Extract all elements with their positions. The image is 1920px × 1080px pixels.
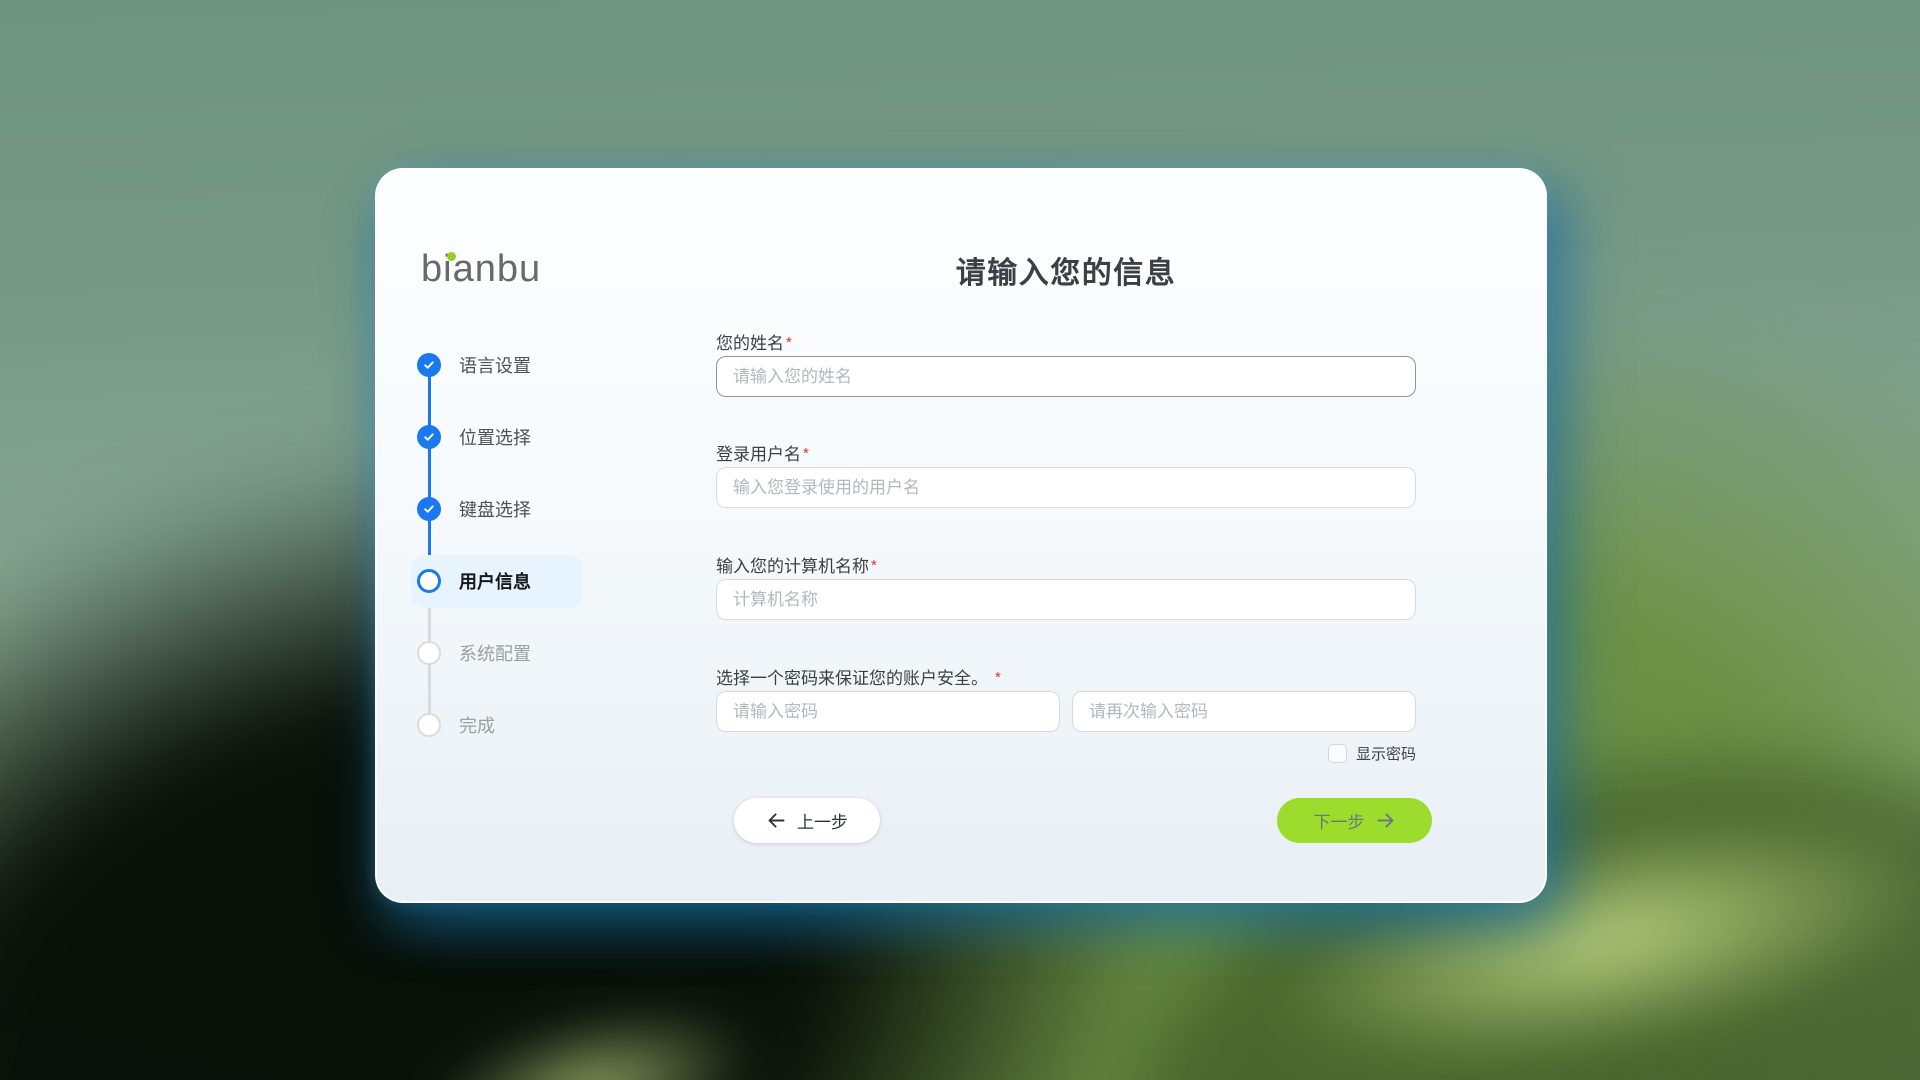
step-system-configuration: 系统配置 bbox=[417, 617, 667, 689]
step-user-information: 用户信息 bbox=[417, 545, 667, 617]
step-pending-icon bbox=[417, 713, 441, 737]
step-label: 位置选择 bbox=[459, 424, 531, 450]
step-location-selection: 位置选择 bbox=[417, 401, 667, 473]
logo-i-dot bbox=[447, 252, 456, 261]
step-label: 完成 bbox=[459, 712, 495, 738]
page-title: 请输入您的信息 bbox=[716, 248, 1416, 292]
step-done-icon bbox=[417, 425, 441, 449]
step-keyboard-selection: 键盘选择 bbox=[417, 473, 667, 545]
step-pending-icon bbox=[417, 641, 441, 665]
required-asterisk: * bbox=[803, 445, 809, 462]
installer-card: bianbu 请输入您的信息 语言设置 位置选择 键盘选择 bbox=[375, 168, 1547, 903]
required-asterisk: * bbox=[786, 334, 792, 351]
stepper: 语言设置 位置选择 键盘选择 用户信息 系统配置 完成 bbox=[417, 329, 667, 761]
step-label: 语言设置 bbox=[459, 352, 531, 378]
step-current-icon bbox=[417, 569, 441, 593]
hostname-input[interactable] bbox=[716, 579, 1416, 620]
step-finish: 完成 bbox=[417, 689, 667, 761]
required-asterisk: * bbox=[995, 669, 1001, 686]
username-field-label: 登录用户名* bbox=[716, 440, 809, 465]
hostname-field-label-text: 输入您的计算机名称 bbox=[716, 557, 869, 576]
name-field-label-text: 您的姓名 bbox=[716, 334, 784, 353]
confirm-password-input[interactable] bbox=[1072, 691, 1416, 732]
step-label: 键盘选择 bbox=[459, 496, 531, 522]
check-icon bbox=[422, 502, 436, 516]
show-password-row: 显示密码 bbox=[716, 742, 1416, 764]
check-icon bbox=[422, 358, 436, 372]
username-field-label-text: 登录用户名 bbox=[716, 445, 801, 464]
bianbu-logo-text: bianbu bbox=[421, 248, 541, 290]
previous-step-button[interactable]: 上一步 bbox=[734, 798, 880, 843]
bianbu-logo: bianbu bbox=[421, 248, 541, 294]
username-input[interactable] bbox=[716, 467, 1416, 508]
check-icon bbox=[422, 430, 436, 444]
required-asterisk: * bbox=[871, 557, 877, 574]
password-section-label: 选择一个密码来保证您的账户安全。 * bbox=[716, 664, 1001, 689]
name-field-label: 您的姓名* bbox=[716, 329, 792, 354]
password-input[interactable] bbox=[716, 691, 1060, 732]
next-step-label: 下一步 bbox=[1314, 808, 1365, 833]
step-label: 系统配置 bbox=[459, 640, 531, 666]
arrow-right-icon bbox=[1375, 810, 1396, 831]
previous-step-label: 上一步 bbox=[797, 808, 848, 833]
password-section-label-text: 选择一个密码来保证您的账户安全。 bbox=[716, 669, 988, 688]
step-label: 用户信息 bbox=[459, 568, 531, 594]
show-password-label: 显示密码 bbox=[1356, 743, 1416, 764]
hostname-field-label: 输入您的计算机名称* bbox=[716, 552, 877, 577]
step-done-icon bbox=[417, 353, 441, 377]
name-input[interactable] bbox=[716, 356, 1416, 397]
step-language-settings: 语言设置 bbox=[417, 329, 667, 401]
show-password-checkbox[interactable] bbox=[1328, 744, 1347, 763]
step-done-icon bbox=[417, 497, 441, 521]
next-step-button[interactable]: 下一步 bbox=[1277, 798, 1432, 843]
arrow-left-icon bbox=[766, 810, 787, 831]
